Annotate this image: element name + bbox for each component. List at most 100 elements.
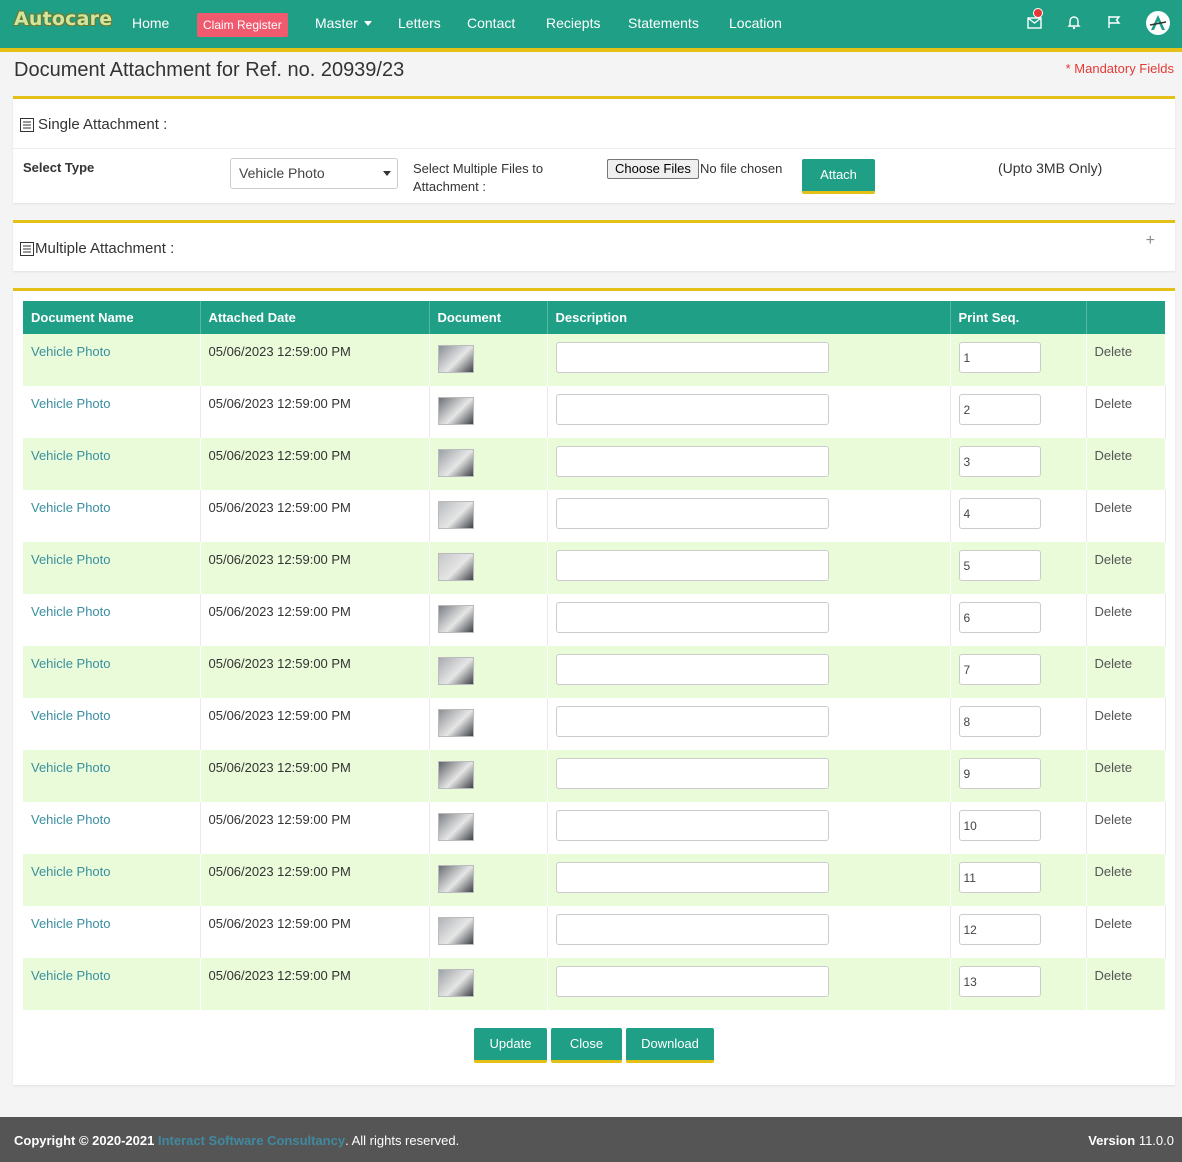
column-header-document-name[interactable]: Document Name <box>23 301 201 334</box>
print-seq-input[interactable]: 2 <box>958 394 1041 425</box>
delete-link[interactable]: Delete <box>1095 448 1133 463</box>
print-seq-input[interactable]: 10 <box>958 810 1041 841</box>
delete-link[interactable]: Delete <box>1095 344 1133 359</box>
cell-action: Delete <box>1086 334 1166 386</box>
description-input[interactable] <box>555 810 829 841</box>
table-row: Vehicle Photo 05/06/2023 12:59:00 PM 10 Del… <box>23 802 1166 854</box>
print-seq-input[interactable]: 12 <box>958 914 1041 945</box>
document-name-link[interactable]: Vehicle Photo <box>31 968 111 983</box>
delete-link[interactable]: Delete <box>1095 812 1133 827</box>
description-input[interactable] <box>555 914 829 945</box>
nav-master-dropdown[interactable]: Master <box>315 15 372 31</box>
document-name-link[interactable]: Vehicle Photo <box>31 604 111 619</box>
document-thumbnail[interactable] <box>437 657 474 685</box>
nav-location[interactable]: Location <box>729 15 782 31</box>
multiple-files-label-line2: Attachment : <box>413 179 486 194</box>
attach-button[interactable]: Attach <box>802 159 875 194</box>
close-button[interactable]: Close <box>551 1028 622 1063</box>
print-seq-input[interactable]: 13 <box>958 966 1041 997</box>
cell-action: Delete <box>1086 542 1166 594</box>
document-thumbnail[interactable] <box>437 605 474 633</box>
cell-action: Delete <box>1086 750 1166 802</box>
delete-link[interactable]: Delete <box>1095 552 1133 567</box>
description-input[interactable] <box>555 446 829 477</box>
document-name-link[interactable]: Vehicle Photo <box>31 760 111 775</box>
description-input[interactable] <box>555 862 829 893</box>
description-input[interactable] <box>555 342 829 373</box>
app-logo[interactable]: Autocare <box>14 8 112 30</box>
print-seq-input[interactable]: 11 <box>958 862 1041 893</box>
document-thumbnail[interactable] <box>437 553 474 581</box>
document-thumbnail[interactable] <box>437 813 474 841</box>
delete-link[interactable]: Delete <box>1095 864 1133 879</box>
delete-link[interactable]: Delete <box>1095 708 1133 723</box>
description-input[interactable] <box>555 706 829 737</box>
cell-document-name: Vehicle Photo <box>23 438 201 490</box>
document-thumbnail[interactable] <box>437 709 474 737</box>
notification-badge <box>1033 8 1043 18</box>
print-seq-input[interactable]: 5 <box>958 550 1041 581</box>
document-thumbnail[interactable] <box>437 345 474 373</box>
nav-letters[interactable]: Letters <box>398 15 441 31</box>
document-name-link[interactable]: Vehicle Photo <box>31 552 111 567</box>
document-thumbnail[interactable] <box>437 969 474 997</box>
document-name-link[interactable]: Vehicle Photo <box>31 864 111 879</box>
cell-document-name: Vehicle Photo <box>23 542 201 594</box>
page-title: Document Attachment for Ref. no. 20939/2… <box>14 59 405 81</box>
nav-statements[interactable]: Statements <box>628 15 699 31</box>
user-avatar[interactable] <box>1146 11 1170 35</box>
delete-link[interactable]: Delete <box>1095 396 1133 411</box>
nav-master-label: Master <box>315 15 358 31</box>
description-input[interactable] <box>555 758 829 789</box>
description-input[interactable] <box>555 394 829 425</box>
print-seq-input[interactable]: 1 <box>958 342 1041 373</box>
document-name-link[interactable]: Vehicle Photo <box>31 812 111 827</box>
document-name-link[interactable]: Vehicle Photo <box>31 500 111 515</box>
delete-link[interactable]: Delete <box>1095 604 1133 619</box>
print-seq-input[interactable]: 3 <box>958 446 1041 477</box>
document-name-link[interactable]: Vehicle Photo <box>31 396 111 411</box>
company-link[interactable]: Interact Software Consultancy <box>158 1133 345 1148</box>
cell-document <box>429 958 548 1010</box>
delete-link[interactable]: Delete <box>1095 656 1133 671</box>
cell-document <box>429 438 548 490</box>
description-input[interactable] <box>555 602 829 633</box>
nav-home[interactable]: Home <box>132 15 169 31</box>
expand-plus-icon[interactable]: + <box>1146 232 1155 250</box>
delete-link[interactable]: Delete <box>1095 760 1133 775</box>
select-type-dropdown[interactable]: Vehicle Photo <box>230 158 398 189</box>
delete-link[interactable]: Delete <box>1095 968 1133 983</box>
download-button[interactable]: Download <box>626 1028 714 1063</box>
nav-receipts[interactable]: Reciepts <box>546 15 600 31</box>
print-seq-input[interactable]: 6 <box>958 602 1041 633</box>
delete-link[interactable]: Delete <box>1095 916 1133 931</box>
document-thumbnail[interactable] <box>437 397 474 425</box>
document-name-link[interactable]: Vehicle Photo <box>31 344 111 359</box>
document-thumbnail[interactable] <box>437 501 474 529</box>
print-seq-input[interactable]: 7 <box>958 654 1041 685</box>
document-thumbnail[interactable] <box>437 449 474 477</box>
document-thumbnail[interactable] <box>437 865 474 893</box>
description-input[interactable] <box>555 550 829 581</box>
document-name-link[interactable]: Vehicle Photo <box>31 656 111 671</box>
document-name-link[interactable]: Vehicle Photo <box>31 916 111 931</box>
description-input[interactable] <box>555 654 829 685</box>
mail-notification-icon[interactable] <box>1025 8 1045 32</box>
bell-icon[interactable] <box>1064 12 1084 32</box>
document-name-link[interactable]: Vehicle Photo <box>31 448 111 463</box>
document-name-link[interactable]: Vehicle Photo <box>31 708 111 723</box>
choose-files-button[interactable]: Choose Files <box>607 159 699 179</box>
description-input[interactable] <box>555 966 829 997</box>
print-seq-input[interactable]: 9 <box>958 758 1041 789</box>
nav-contact[interactable]: Contact <box>467 15 515 31</box>
description-input[interactable] <box>555 498 829 529</box>
flag-icon[interactable] <box>1104 12 1124 32</box>
document-thumbnail[interactable] <box>437 917 474 945</box>
delete-link[interactable]: Delete <box>1095 500 1133 515</box>
print-seq-input[interactable]: 4 <box>958 498 1041 529</box>
column-header-attached-date[interactable]: Attached Date <box>200 301 430 334</box>
nav-claim-register-button[interactable]: Claim Register <box>197 13 288 37</box>
document-thumbnail[interactable] <box>437 761 474 789</box>
update-button[interactable]: Update <box>474 1028 547 1063</box>
print-seq-input[interactable]: 8 <box>958 706 1041 737</box>
